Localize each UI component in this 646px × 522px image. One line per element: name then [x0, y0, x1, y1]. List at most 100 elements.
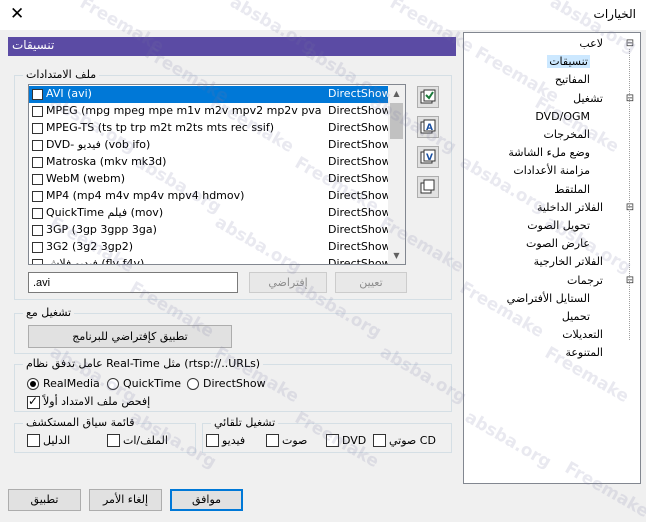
- extension-row-label: 3G2 (3g2 3gp2): [46, 240, 134, 253]
- title-bar: [0, 0, 646, 30]
- tree-item[interactable]: DVD/OGM: [535, 110, 590, 123]
- extension-row-checkbox[interactable]: [32, 89, 43, 100]
- tree-item[interactable]: عارض الصوت: [526, 237, 590, 250]
- check-extension-first-checkbox[interactable]: [27, 394, 40, 409]
- extension-row-checkbox[interactable]: [32, 140, 43, 151]
- extension-row-checkbox[interactable]: [32, 157, 43, 168]
- directory-checkbox[interactable]: [27, 434, 40, 447]
- tree-item[interactable]: التعديلات: [562, 328, 603, 341]
- ok-button[interactable]: موافق: [170, 489, 243, 511]
- tree-item[interactable]: ترجمات: [567, 274, 603, 287]
- close-icon[interactable]: ✕: [10, 4, 24, 24]
- extension-row-checkbox[interactable]: [32, 259, 43, 264]
- extension-row[interactable]: MPEG (mpg mpeg mpe m1v m2v mpv2 mp2v pva…: [29, 103, 391, 120]
- extension-row-handler: DirectShow: [328, 189, 391, 202]
- tree-item[interactable]: الستايل الأفتراضي: [507, 292, 590, 305]
- extensions-group-label: ملف الامتدادات: [23, 68, 100, 81]
- tree-item[interactable]: المخرجات: [544, 128, 590, 141]
- radio-directshow-label: DirectShow: [203, 377, 266, 390]
- copy-icon: [420, 179, 435, 194]
- extension-row[interactable]: WebM (webm) DirectShow: [29, 171, 391, 188]
- tree-item[interactable]: تحميل: [562, 310, 590, 323]
- radio-quicktime[interactable]: [107, 378, 119, 390]
- extension-row[interactable]: DVD- فيديو (vob ifo) DirectShow: [29, 137, 391, 154]
- tree-expander-icon[interactable]: ⊟: [625, 275, 635, 286]
- tree-item[interactable]: الفلاتر الداخلية: [537, 201, 603, 214]
- extension-row-checkbox[interactable]: [32, 208, 43, 219]
- extensions-list[interactable]: AVI (avi) DirectShow MPEG (mpg mpeg mpe m1…: [28, 84, 406, 265]
- tree-item[interactable]: وضع ملء الشاشة: [508, 146, 590, 159]
- select-video-button[interactable]: V: [417, 146, 439, 168]
- radio-quicktime-label: QuickTime: [123, 377, 182, 390]
- extension-row-checkbox[interactable]: [32, 242, 43, 253]
- extension-row[interactable]: 3GP (3gp 3gpp 3ga) DirectShow: [29, 222, 391, 239]
- extension-row-handler: DirectShow: [328, 104, 391, 117]
- extension-row-checkbox[interactable]: [32, 174, 43, 185]
- extension-row[interactable]: Matroska (mkv mk3d) DirectShow: [29, 154, 391, 171]
- autoplay-dvd-label: DVD: [342, 434, 367, 447]
- select-all-button[interactable]: [417, 86, 439, 108]
- scroll-thumb[interactable]: [390, 103, 403, 139]
- autoplay-video-checkbox[interactable]: [206, 434, 219, 447]
- tree-guide-line: [629, 49, 630, 341]
- tree-expander-icon[interactable]: ⊟: [625, 202, 635, 213]
- copy-button[interactable]: [417, 176, 439, 198]
- apply-button[interactable]: تطبيق: [8, 489, 81, 511]
- extension-row-handler: DirectShow: [328, 206, 391, 219]
- radio-directshow[interactable]: [187, 378, 199, 390]
- radio-realmedia[interactable]: [27, 378, 39, 390]
- select-audio-button[interactable]: A: [417, 116, 439, 138]
- extension-row[interactable]: MP4 (mp4 m4v mp4v mpv4 hdmov) DirectShow: [29, 188, 391, 205]
- options-tree[interactable]: لاعب ⊟ تنسيقات المفاتيح تشغيل ⊟ DVD/OGM المخرجا…: [463, 32, 641, 484]
- extension-row-checkbox[interactable]: [32, 123, 43, 134]
- extension-row-handler: DirectShow: [328, 240, 391, 253]
- extension-row[interactable]: AVI (avi) DirectShow: [29, 86, 391, 103]
- svg-text:V: V: [426, 153, 433, 163]
- cancel-button[interactable]: إلغاء الأمر: [89, 489, 162, 511]
- tree-item[interactable]: المتنوعة: [565, 346, 603, 359]
- extension-row-label: MPEG (mpg mpeg mpe m1v m2v mpv2 mp2v pva…: [46, 104, 324, 117]
- autoplay-audio-label: صوت: [282, 434, 308, 447]
- extension-row-checkbox[interactable]: [32, 191, 43, 202]
- list-scrollbar[interactable]: ▲ ▼: [388, 85, 405, 264]
- scroll-up-icon[interactable]: ▲: [388, 85, 405, 102]
- tree-item[interactable]: الملتقط: [554, 183, 590, 196]
- extension-row[interactable]: 3G2 (3g2 3gp2) DirectShow: [29, 239, 391, 256]
- extension-row-handler: DirectShow: [328, 257, 391, 265]
- realtime-group-label: عامل تدفق نظام Real-Time مثل (rtsp://..U…: [23, 357, 264, 370]
- files-label: الملف/ات: [123, 434, 168, 447]
- autoplay-cd-checkbox[interactable]: [373, 434, 386, 447]
- scroll-down-icon[interactable]: ▼: [388, 247, 405, 264]
- extension-row[interactable]: فيديو فلاش (flv f4v) DirectShow: [29, 256, 391, 265]
- extension-row-label: MPEG-TS (ts tp trp m2t m2ts mts rec ssif…: [46, 121, 275, 134]
- tree-item[interactable]: المفاتيح: [555, 73, 590, 86]
- tree-item[interactable]: الفلاتر الخارجية: [534, 255, 603, 268]
- tree-item[interactable]: تنسيقات: [547, 55, 590, 69]
- tree-item[interactable]: لاعب: [579, 37, 603, 50]
- autoplay-dvd-checkbox[interactable]: [326, 434, 339, 447]
- extension-row-label: WebM (webm): [46, 172, 126, 185]
- tree-expander-icon[interactable]: ⊟: [625, 93, 635, 104]
- tree-expander-icon[interactable]: ⊟: [625, 38, 635, 49]
- files-checkbox[interactable]: [107, 434, 120, 447]
- extension-row-label: فيديو فلاش (flv f4v): [46, 257, 145, 265]
- default-button[interactable]: إفتراضي: [249, 272, 327, 293]
- set-default-program-button[interactable]: تطبيق كإفتراضي للبرنامج: [28, 325, 232, 348]
- check-all-icon: [420, 89, 436, 104]
- extension-row-checkbox[interactable]: [32, 225, 43, 236]
- autoplay-audio-checkbox[interactable]: [266, 434, 279, 447]
- video-icon: V: [420, 149, 436, 164]
- extension-row[interactable]: QuickTime فيلم (mov) DirectShow: [29, 205, 391, 222]
- extension-row-checkbox[interactable]: [32, 106, 43, 117]
- tree-item[interactable]: مزامنة الأعدادات: [513, 164, 590, 177]
- extension-input[interactable]: [28, 272, 238, 293]
- set-button[interactable]: تعيين: [335, 272, 407, 293]
- extension-row-label: MP4 (mp4 m4v mp4v mpv4 hdmov): [46, 189, 245, 202]
- tree-item[interactable]: تشغيل: [573, 92, 603, 105]
- tree-item[interactable]: تحويل الصوت: [527, 219, 590, 232]
- extension-row-handler: DirectShow: [328, 155, 391, 168]
- extension-row-label: Matroska (mkv mk3d): [46, 155, 167, 168]
- extension-row-handler: DirectShow: [328, 121, 391, 134]
- extension-row[interactable]: MPEG-TS (ts tp trp m2t m2ts mts rec ssif…: [29, 120, 391, 137]
- shell-group-label: قائمة سياق المستكشف: [23, 416, 138, 429]
